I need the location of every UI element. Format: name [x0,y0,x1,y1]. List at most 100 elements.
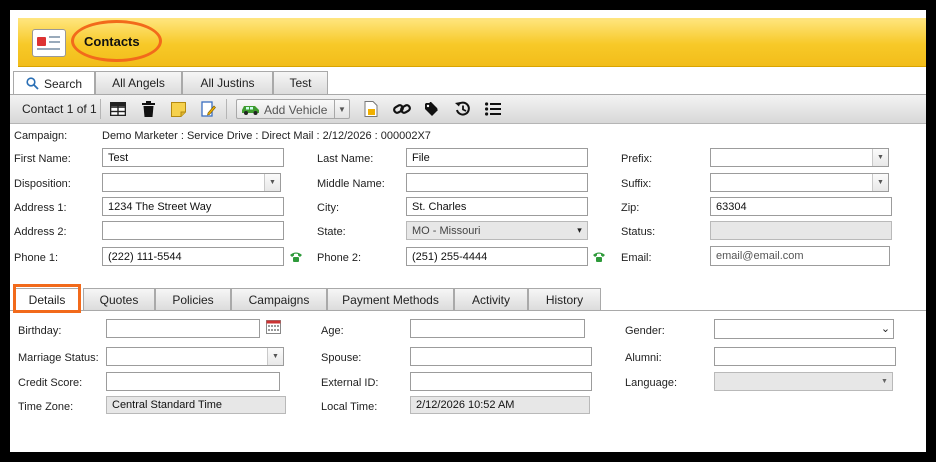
gender-label: Gender: [625,325,665,337]
disposition-select[interactable]: ▼ [102,173,281,192]
tab-policies[interactable]: Policies [155,288,231,310]
state-value: MO - Missouri [412,225,481,237]
phone-icon[interactable] [592,251,606,263]
birthday-field[interactable] [106,319,260,338]
status-label: Status: [621,226,656,238]
tab-activity[interactable]: Activity [454,288,528,310]
external-id-label: External ID: [321,377,379,389]
time-zone-label: Time Zone: [18,401,74,413]
email-field[interactable]: email@email.com [710,246,890,266]
grid-icon[interactable] [109,100,127,118]
external-id-field[interactable] [410,372,592,391]
chevron-down-icon: ▾ [577,225,582,235]
contacts-header-bar: Contacts [18,18,926,67]
language-label: Language: [625,377,677,389]
contact-toolbar: Contact 1 of 1 Add Vehicle ▼ [10,95,926,124]
car-icon [242,106,259,115]
address1-label: Address 1: [14,202,67,214]
credit-score-field[interactable] [106,372,280,391]
document-icon[interactable] [362,100,380,118]
birthday-label: Birthday: [18,325,62,337]
link-icon[interactable] [393,100,411,118]
tab-search-label: Search [43,76,83,91]
tab-all-angels[interactable]: All Angels [95,71,182,94]
calendar-icon[interactable] [266,320,281,334]
add-vehicle-button[interactable]: Add Vehicle ▼ [236,99,350,119]
city-field[interactable]: St. Charles [406,197,588,216]
search-icon [26,77,39,90]
detail-tabs-divider [10,310,926,311]
prefix-select[interactable]: ▼ [710,148,889,167]
middle-name-field[interactable] [406,173,588,192]
age-label: Age: [321,325,344,337]
chevron-down-icon: ▼ [872,174,888,191]
last-name-field[interactable]: File [406,148,588,167]
add-vehicle-label: Add Vehicle [264,103,328,117]
edit-icon[interactable] [199,100,217,118]
phone2-field[interactable]: (251) 255-4444 [406,247,588,266]
city-label: City: [317,202,339,214]
address2-field[interactable] [102,221,284,240]
credit-score-label: Credit Score: [18,377,83,389]
phone1-label: Phone 1: [14,252,59,264]
tab-payment-methods[interactable]: Payment Methods [327,288,454,310]
last-name-label: Last Name: [317,153,374,165]
list-icon[interactable] [484,100,502,118]
tag-icon[interactable] [424,100,442,118]
toolbar-separator [100,99,101,119]
title-highlight-oval [71,20,162,62]
tab-all-justins[interactable]: All Justins [182,71,273,94]
chevron-down-icon: ▼ [264,174,280,191]
first-name-label: First Name: [14,153,71,165]
marriage-status-select[interactable]: ▼ [106,347,284,366]
chevron-down-icon[interactable]: ▼ [334,100,349,118]
tab-quotes[interactable]: Quotes [83,288,155,310]
state-label: State: [317,226,346,238]
address1-field[interactable]: 1234 The Street Way [102,197,284,216]
phone1-field[interactable]: (222) 111-5544 [102,247,284,266]
status-field [710,221,892,240]
chevron-down-icon: ⌄ [880,323,891,335]
details-tab-highlight-box [13,284,81,313]
history-icon[interactable] [454,100,472,118]
first-name-field[interactable]: Test [102,148,284,167]
address2-label: Address 2: [14,226,67,238]
tab-history[interactable]: History [528,288,601,310]
trash-icon[interactable] [139,100,157,118]
contacts-window: Contacts Search All Angels All Justins T… [10,10,926,452]
zip-label: Zip: [621,202,640,214]
chevron-down-icon: ▼ [872,149,888,166]
prefix-label: Prefix: [621,153,653,165]
phone-icon[interactable] [289,251,303,263]
zip-field[interactable]: 63304 [710,197,892,216]
gender-select[interactable]: ⌄ [714,319,894,339]
contact-counter: Contact 1 of 1 [22,102,97,116]
age-field[interactable] [410,319,585,338]
campaign-value: Demo Marketer : Service Drive : Direct M… [102,130,431,142]
tab-campaigns[interactable]: Campaigns [231,288,327,310]
toolbar-separator [226,99,227,119]
sticky-note-icon[interactable] [169,100,187,118]
time-zone-field: Central Standard Time [106,396,286,414]
chevron-down-icon: ▼ [881,378,888,385]
chevron-down-icon: ▼ [267,348,283,365]
phone2-label: Phone 2: [317,252,362,264]
alumni-field[interactable] [714,347,896,366]
tab-search[interactable]: Search [13,71,95,95]
contacts-card-icon [32,29,66,57]
language-select[interactable]: ▼ [714,372,893,391]
local-time-label: Local Time: [321,401,378,413]
suffix-select[interactable]: ▼ [710,173,889,192]
spouse-label: Spouse: [321,352,362,364]
email-label: Email: [621,252,652,264]
suffix-label: Suffix: [621,178,652,190]
tab-test[interactable]: Test [273,71,328,94]
spouse-field[interactable] [410,347,592,366]
campaign-label: Campaign: [14,130,68,142]
alumni-label: Alumni: [625,352,662,364]
marriage-status-label: Marriage Status: [18,352,99,364]
local-time-field: 2/12/2026 10:52 AM [410,396,590,414]
middle-name-label: Middle Name: [317,178,385,190]
disposition-label: Disposition: [14,178,71,190]
state-select[interactable]: MO - Missouri ▾ [406,221,588,240]
